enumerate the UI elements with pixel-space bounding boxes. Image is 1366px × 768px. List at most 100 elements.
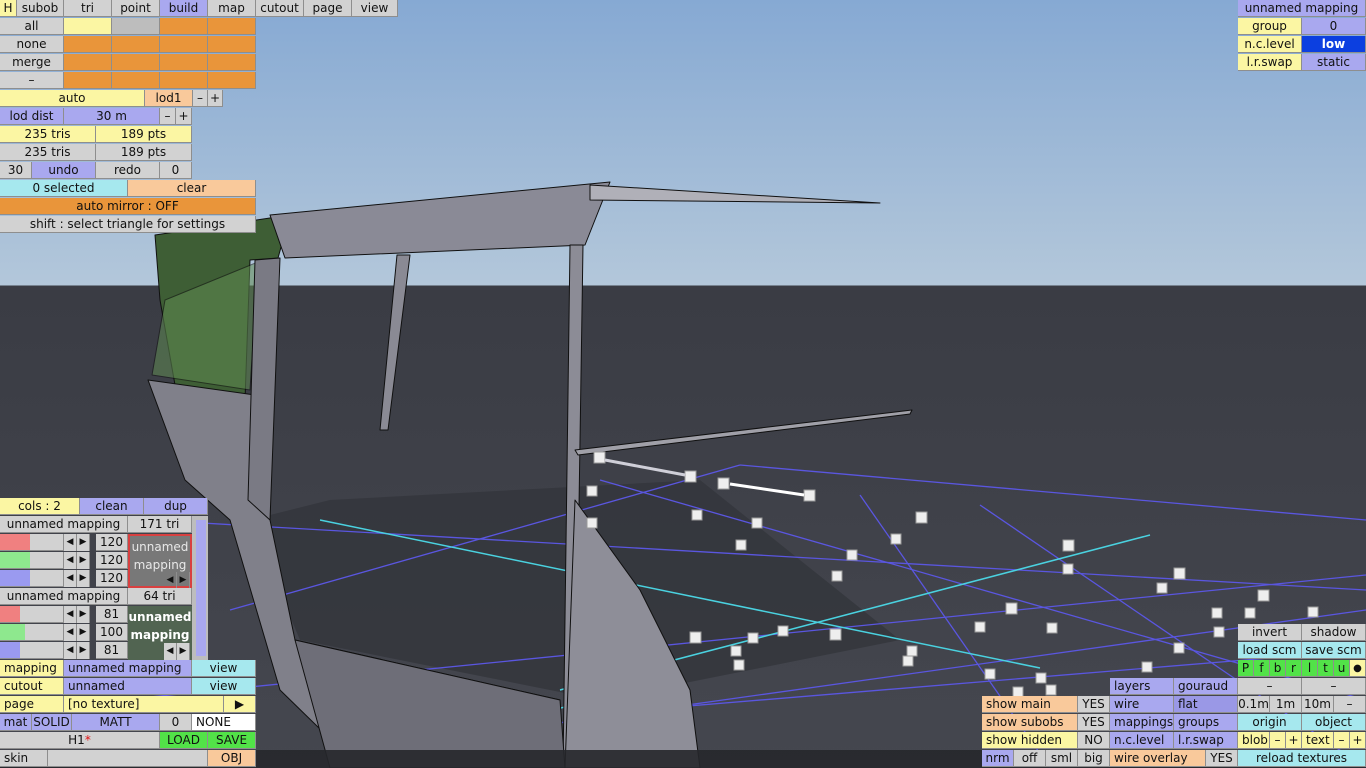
swatch-prev-button[interactable]: ◀	[164, 643, 177, 660]
menu-subob[interactable]: subob	[17, 0, 64, 17]
flag-f-toggle[interactable]: f	[1254, 660, 1270, 677]
mapping-2-name[interactable]: unnamed mapping	[0, 588, 128, 605]
mapping-title[interactable]: unnamed mapping	[1238, 0, 1366, 17]
blob-minus[interactable]: –	[1270, 732, 1286, 749]
show-subobs-value[interactable]: YES	[1078, 714, 1110, 731]
dash-button-left[interactable]: –	[1238, 678, 1302, 695]
layer-swatch[interactable]	[64, 54, 112, 71]
blue-slider[interactable]	[0, 570, 64, 587]
swatch-next-button[interactable]: ▶	[177, 572, 190, 589]
auto-mirror-toggle[interactable]: auto mirror : OFF	[0, 198, 256, 215]
groups-button[interactable]: groups	[1174, 714, 1238, 731]
red-increase-button[interactable]: ▶	[77, 606, 90, 623]
mapping-view-button[interactable]: view	[192, 660, 256, 677]
blue-decrease-button[interactable]: ◀	[64, 642, 77, 659]
show-main-value[interactable]: YES	[1078, 696, 1110, 713]
reload-textures-button[interactable]: reload textures	[1238, 750, 1366, 767]
layers-button[interactable]: layers	[1110, 678, 1174, 695]
cutout-value[interactable]: unnamed	[64, 678, 192, 695]
blue-decrease-button[interactable]: ◀	[64, 570, 77, 587]
nrm-button[interactable]: nrm	[982, 750, 1014, 767]
snap-10m[interactable]: 10m	[1302, 696, 1334, 713]
red-slider[interactable]	[0, 606, 64, 623]
flag-p-toggle[interactable]: P	[1238, 660, 1254, 677]
origin-button[interactable]: origin	[1238, 714, 1302, 731]
layer-swatch[interactable]	[208, 72, 256, 89]
flag-r-toggle[interactable]: r	[1286, 660, 1302, 677]
show-subobs-label[interactable]: show subobs	[982, 714, 1078, 731]
swatch-prev-button[interactable]: ◀	[164, 572, 177, 589]
wire-button[interactable]: wire	[1110, 696, 1174, 713]
blob-plus[interactable]: +	[1286, 732, 1302, 749]
load-scm-button[interactable]: load scm	[1238, 642, 1302, 659]
flag-b-toggle[interactable]: b	[1270, 660, 1286, 677]
snap-1m[interactable]: 1m	[1270, 696, 1302, 713]
dot-toggle[interactable]: ●	[1350, 660, 1366, 677]
dash-button-right[interactable]: –	[1302, 678, 1366, 695]
show-hidden-value[interactable]: NO	[1078, 732, 1110, 749]
layer-swatch[interactable]	[160, 54, 208, 71]
menu-view[interactable]: view	[352, 0, 398, 17]
mat-none[interactable]: NONE	[192, 714, 256, 731]
obj-button[interactable]: OBJ	[208, 750, 256, 767]
layer-swatch[interactable]	[64, 18, 112, 35]
flag-t-toggle[interactable]: t	[1318, 660, 1334, 677]
clear-selection-button[interactable]: clear	[128, 180, 256, 197]
lod-level-button[interactable]: lod1	[145, 90, 193, 107]
green-decrease-button[interactable]: ◀	[64, 552, 77, 569]
select-all-button[interactable]: all	[0, 18, 64, 35]
layer-swatch[interactable]	[64, 72, 112, 89]
nclevel-value[interactable]: low	[1302, 36, 1366, 53]
gouraud-button[interactable]: gouraud	[1174, 678, 1238, 695]
page-value[interactable]: [no texture]	[64, 696, 224, 713]
menu-map[interactable]: map	[208, 0, 256, 17]
scrollbar-thumb[interactable]	[196, 520, 206, 656]
lrswap-button[interactable]: l.r.swap	[1174, 732, 1238, 749]
lod-dist-plus[interactable]: +	[176, 108, 192, 125]
green-increase-button[interactable]: ▶	[77, 552, 90, 569]
layer-swatch[interactable]	[160, 72, 208, 89]
green-increase-button[interactable]: ▶	[77, 624, 90, 641]
matt-button[interactable]: MATT	[72, 714, 160, 731]
menu-page[interactable]: page	[304, 0, 352, 17]
flag-u-toggle[interactable]: u	[1334, 660, 1350, 677]
big-button[interactable]: big	[1078, 750, 1110, 767]
text-minus[interactable]: –	[1334, 732, 1350, 749]
swatch-next-button[interactable]: ▶	[177, 643, 190, 660]
layer-swatch[interactable]	[208, 18, 256, 35]
load-button[interactable]: LOAD	[160, 732, 208, 749]
show-main-label[interactable]: show main	[982, 696, 1078, 713]
solid-button[interactable]: SOLID	[32, 714, 72, 731]
skin-value[interactable]	[48, 750, 208, 767]
clean-button[interactable]: clean	[80, 498, 144, 515]
show-hidden-label[interactable]: show hidden	[982, 732, 1078, 749]
mappings-button[interactable]: mappings	[1110, 714, 1174, 731]
dash-button[interactable]: –	[0, 72, 64, 89]
layer-swatch[interactable]	[112, 54, 160, 71]
group-value[interactable]: 0	[1302, 18, 1366, 35]
dup-button[interactable]: dup	[144, 498, 208, 515]
snap-01m[interactable]: 0.1m	[1238, 696, 1270, 713]
red-slider[interactable]	[0, 534, 64, 551]
page-play-button[interactable]: ▶	[224, 696, 256, 713]
nclevel-button[interactable]: n.c.level	[1110, 732, 1174, 749]
redo-button[interactable]: redo	[96, 162, 160, 179]
lod-plus-button[interactable]: +	[208, 90, 223, 107]
green-slider[interactable]	[0, 624, 64, 641]
layer-swatch[interactable]	[208, 54, 256, 71]
layer-swatch[interactable]	[112, 72, 160, 89]
wire-overlay-label[interactable]: wire overlay	[1110, 750, 1206, 767]
blue-increase-button[interactable]: ▶	[77, 570, 90, 587]
green-slider[interactable]	[0, 552, 64, 569]
menu-build[interactable]: build	[160, 0, 208, 17]
red-decrease-button[interactable]: ◀	[64, 606, 77, 623]
lod-minus-button[interactable]: –	[193, 90, 208, 107]
lod-mode-button[interactable]: auto	[0, 90, 145, 107]
red-increase-button[interactable]: ▶	[77, 534, 90, 551]
sml-button[interactable]: sml	[1046, 750, 1078, 767]
undo-button[interactable]: undo	[32, 162, 96, 179]
merge-button[interactable]: merge	[0, 54, 64, 71]
layer-swatch[interactable]	[208, 36, 256, 53]
layer-swatch[interactable]	[160, 18, 208, 35]
blue-increase-button[interactable]: ▶	[77, 642, 90, 659]
